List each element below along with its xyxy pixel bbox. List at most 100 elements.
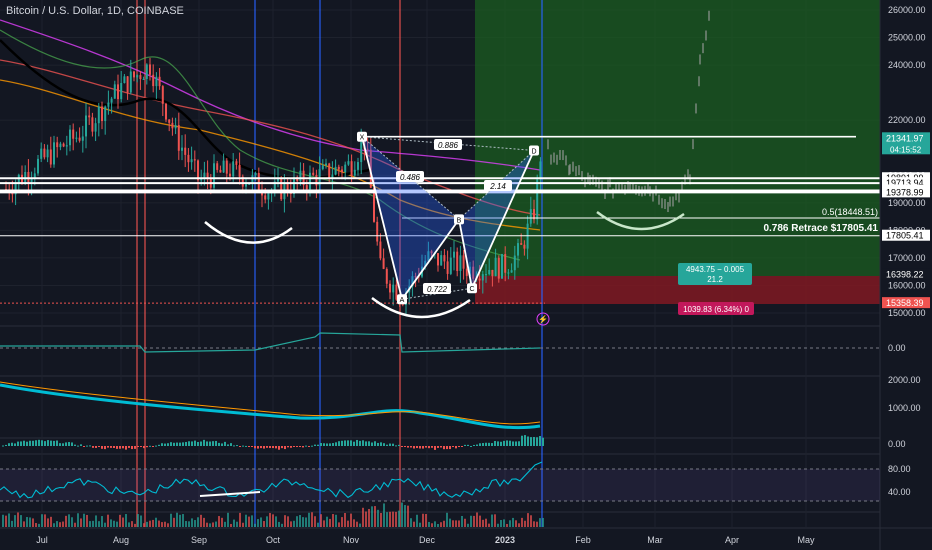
candle-body — [33, 173, 36, 178]
histogram-bar — [107, 446, 109, 448]
candle-body — [465, 268, 468, 276]
projected-candle — [667, 202, 669, 213]
candle-body — [357, 162, 359, 170]
volume-bar — [206, 522, 208, 527]
point-label: X — [360, 135, 365, 142]
x-tick-label: Aug — [113, 535, 129, 545]
candle-body — [56, 142, 59, 148]
volume-bar — [485, 518, 487, 527]
volume-bar — [245, 514, 247, 527]
volume-bar — [14, 515, 16, 527]
volume-bar — [404, 505, 406, 527]
histogram-bar — [344, 440, 346, 446]
histogram-bar — [284, 446, 286, 450]
candle-body — [155, 76, 158, 87]
histogram-bar — [116, 446, 118, 449]
histogram-bar — [206, 441, 208, 446]
histogram-bar — [275, 446, 277, 449]
candle-body — [184, 147, 187, 155]
volume-bar — [539, 518, 541, 527]
histogram-bar — [113, 446, 115, 449]
volume-bar — [512, 517, 514, 527]
y-tick-label: 26000.00 — [888, 5, 926, 15]
volume-bar — [134, 523, 136, 527]
histogram-bar — [323, 443, 325, 446]
histogram-bar — [371, 442, 373, 446]
volume-bar — [77, 513, 79, 527]
volume-bar — [20, 515, 22, 527]
volume-bar — [98, 521, 100, 527]
histogram-bar — [98, 446, 100, 447]
histogram-bar — [143, 446, 145, 449]
histogram-bar — [185, 441, 187, 446]
histogram-bar — [386, 444, 388, 446]
volume-bar — [467, 523, 469, 527]
projected-candle — [664, 199, 666, 210]
histogram-bar — [317, 444, 319, 446]
histogram-bar — [533, 437, 535, 446]
projected-candle — [669, 196, 671, 207]
volume-bar — [524, 520, 526, 527]
candle-body — [107, 102, 110, 107]
volume-bar — [203, 517, 205, 527]
histogram-bar — [326, 443, 328, 446]
volume-bar — [197, 517, 199, 527]
histogram-bar — [272, 446, 274, 449]
histogram-bar — [101, 446, 103, 449]
histogram-bar — [281, 446, 283, 449]
candle-body — [341, 169, 343, 173]
candle-body — [65, 145, 68, 147]
candle-body — [229, 173, 231, 177]
volume-bar — [356, 521, 358, 527]
volume-bar — [527, 513, 529, 527]
x-tick-label: Sep — [191, 535, 207, 545]
candle-body — [174, 125, 177, 129]
volume-bar — [254, 523, 256, 527]
candle-body — [158, 76, 161, 87]
volume-bar — [425, 513, 427, 527]
volume-bar — [236, 521, 238, 527]
histogram-bar — [536, 437, 538, 446]
x-tick-label: Jul — [36, 535, 48, 545]
volume-bar — [209, 523, 211, 527]
volume-bar — [47, 518, 49, 527]
price-label-timer: 04:15:52 — [890, 145, 922, 154]
histogram-bar — [38, 439, 40, 446]
volume-bar — [326, 516, 328, 527]
histogram-bar — [224, 441, 226, 446]
histogram-bar — [473, 444, 475, 446]
volume-bar — [167, 523, 169, 527]
candle-body — [216, 163, 219, 170]
histogram-bar — [50, 440, 52, 446]
target-zone — [475, 0, 880, 276]
histogram-bar — [464, 444, 466, 446]
candle-body — [136, 75, 139, 78]
price-chart[interactable]: X A B C D 0.886 0.486 2.14 0.722 0.5(18448.51) 0.7… — [0, 0, 932, 550]
volume-bar — [164, 521, 166, 527]
volume-bar — [5, 515, 7, 527]
volume-bar — [410, 518, 412, 527]
candle-body — [510, 270, 513, 273]
volume-bar — [194, 520, 196, 527]
volume-bar — [335, 514, 337, 527]
volume-bar — [440, 522, 442, 527]
volume-bar — [215, 521, 217, 527]
candle-body — [177, 125, 180, 151]
volume-bar — [125, 514, 127, 527]
histogram-bar — [329, 443, 331, 446]
candle-body — [488, 269, 491, 275]
volume-bar — [278, 521, 280, 527]
candle-body — [133, 71, 135, 78]
histogram-bar — [458, 446, 460, 447]
volume-bar — [146, 521, 148, 527]
y-tick-label: 80.00 — [888, 464, 911, 474]
point-label: D — [531, 148, 536, 155]
histogram-bar — [455, 446, 457, 449]
volume-bar — [308, 512, 310, 527]
volume-bar — [347, 520, 349, 527]
candle-body — [232, 161, 235, 177]
volume-bar — [44, 514, 46, 527]
volume-bar — [398, 510, 400, 527]
histogram-bar — [404, 446, 406, 447]
histogram-bar — [389, 443, 391, 446]
